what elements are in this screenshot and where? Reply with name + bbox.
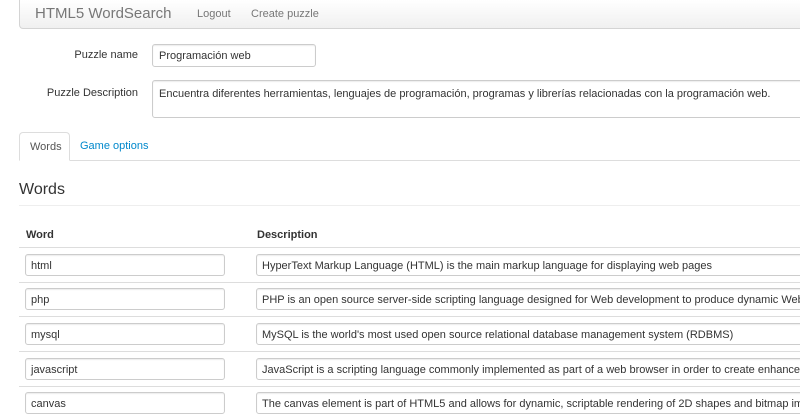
description-input[interactable]: JavaScript is a scripting language commo…: [256, 358, 800, 380]
table-row-divider: [19, 386, 800, 387]
description-input[interactable]: MySQL is the world's most used open sour…: [256, 323, 800, 345]
description-input[interactable]: The canvas element is part of HTML5 and …: [256, 392, 800, 414]
tab-game-options[interactable]: Game options: [70, 132, 158, 161]
puzzle-description-label: Puzzle Description: [46, 87, 138, 99]
section-divider: [19, 205, 800, 206]
word-input[interactable]: php: [25, 288, 225, 310]
table-row-divider: [19, 316, 800, 317]
word-input[interactable]: mysql: [25, 323, 225, 345]
word-input[interactable]: javascript: [25, 358, 225, 380]
table-row-divider: [19, 282, 800, 283]
navbar: HTML5 WordSearch Logout Create puzzle: [19, 0, 800, 29]
puzzle-name-input[interactable]: Programación web: [152, 44, 316, 67]
brand-link[interactable]: HTML5 WordSearch: [35, 5, 171, 23]
section-title: Words: [19, 181, 65, 198]
word-input[interactable]: canvas: [25, 392, 225, 414]
word-input[interactable]: html: [25, 254, 225, 276]
description-input[interactable]: HyperText Markup Language (HTML) is the …: [256, 254, 800, 276]
tab-words[interactable]: Words: [19, 132, 70, 161]
table-header-divider: [19, 247, 800, 248]
table-row-divider: [19, 351, 800, 352]
puzzle-description-textarea[interactable]: Encuentra diferentes herramientas, lengu…: [152, 80, 800, 118]
logout-link[interactable]: Logout: [197, 7, 231, 21]
description-input[interactable]: PHP is an open source server-side script…: [256, 288, 800, 310]
column-header-description: Description: [257, 229, 318, 241]
create-puzzle-link[interactable]: Create puzzle: [251, 7, 319, 21]
column-header-word: Word: [26, 229, 54, 241]
puzzle-name-label: Puzzle name: [74, 49, 138, 61]
